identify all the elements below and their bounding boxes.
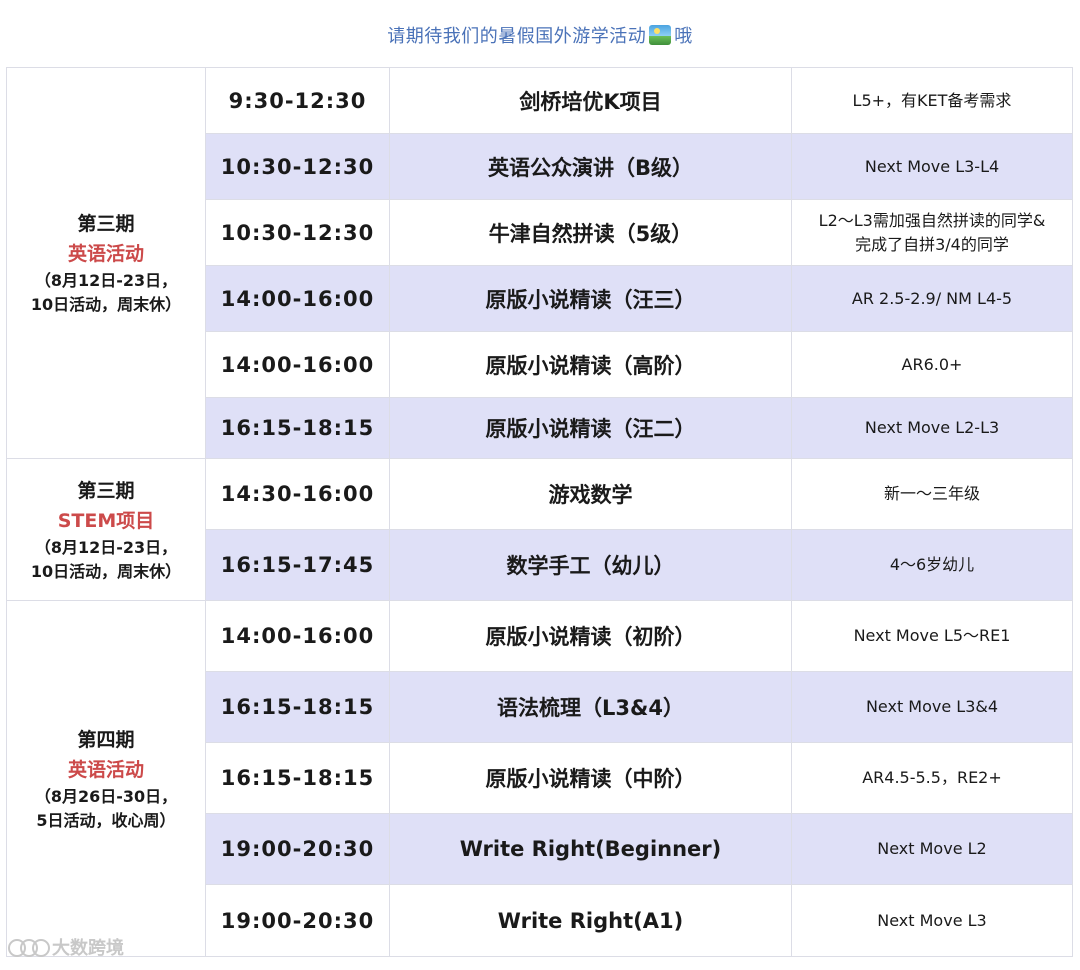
header: 请期待我们的暑假国外游学活动 哦 (0, 22, 1080, 48)
target-cell: Next Move L3 (791, 884, 1073, 957)
course-cell: 原版小说精读（汪三） (389, 265, 792, 332)
course-cell: 英语公众演讲（B级） (389, 133, 792, 200)
time-cell: 16:15-18:15 (205, 397, 390, 459)
period-cell: 第三期 STEM项目 （8月12日-23日， 10日活动，周末休） (6, 458, 206, 601)
target-cell: Next Move L3&4 (791, 671, 1073, 743)
period-cell: 第四期 英语活动 （8月26日-30日， 5日活动，收心周） (6, 600, 206, 957)
period-label: 第三期 (77, 213, 135, 235)
course-cell: 牛津自然拼读（5级） (389, 199, 792, 266)
time-cell: 16:15-17:45 (205, 529, 390, 601)
course-cell: 游戏数学 (389, 458, 792, 530)
course-cell: Write Right(A1) (389, 884, 792, 957)
dates-label: （8月12日-23日， 10日活动，周末休） (30, 537, 182, 581)
period-cell: 第三期 英语活动 （8月12日-23日， 10日活动，周末休） (6, 67, 206, 459)
course-cell: 数学手工（幼儿） (389, 529, 792, 601)
target-cell: Next Move L5～RE1 (791, 600, 1073, 672)
target-cell: AR4.5-5.5，RE2+ (791, 742, 1073, 814)
time-cell: 19:00-20:30 (205, 813, 390, 885)
time-cell: 16:15-18:15 (205, 742, 390, 814)
schedule-table: 第三期 英语活动 （8月12日-23日， 10日活动，周末休） 9:30-12:… (6, 67, 1073, 957)
course-cell: 原版小说精读（高阶） (389, 331, 792, 398)
target-cell: Next Move L3-L4 (791, 133, 1073, 200)
time-cell: 9:30-12:30 (205, 67, 390, 134)
category-label: 英语活动 (67, 243, 144, 265)
header-title-line: 请期待我们的暑假国外游学活动 哦 (387, 22, 693, 48)
dates-label: （8月26日-30日， 5日活动，收心周） (34, 786, 178, 830)
course-cell: 原版小说精读（初阶） (389, 600, 792, 672)
course-cell: 原版小说精读（中阶） (389, 742, 792, 814)
table-row: 第四期 英语活动 （8月26日-30日， 5日活动，收心周） 14:00-16:… (6, 600, 1073, 957)
category-label: STEM项目 (57, 509, 155, 532)
course-cell: Write Right(Beginner) (389, 813, 792, 885)
time-cell: 14:00-16:00 (205, 331, 390, 398)
time-cell: 14:30-16:00 (205, 458, 390, 530)
target-cell: AR6.0+ (791, 331, 1073, 398)
target-cell: 4～6岁幼儿 (791, 529, 1073, 601)
course-cell: 语法梳理（L3&4） (389, 671, 792, 743)
scenery-icon (649, 25, 672, 45)
header-title: 请期待我们的暑假国外游学活动 (387, 26, 647, 47)
time-cell: 14:00-16:00 (205, 600, 390, 672)
watermark: 大数跨境 (8, 934, 124, 960)
time-cell: 14:00-16:00 (205, 265, 390, 332)
time-cell: 16:15-18:15 (205, 671, 390, 743)
time-cell: 19:00-20:30 (205, 884, 390, 957)
target-cell: Next Move L2 (791, 813, 1073, 885)
category-label: 英语活动 (67, 758, 144, 781)
course-cell: 剑桥培优K项目 (389, 67, 792, 134)
target-cell: L5+，有KET备考需求 (791, 67, 1073, 134)
period-label: 第四期 (77, 728, 135, 751)
period-label: 第三期 (77, 479, 135, 502)
target-cell: L2～L3需加强自然拼读的同学& 完成了自拼3/4的同学 (791, 199, 1073, 266)
table-row: 第三期 英语活动 （8月12日-23日， 10日活动，周末休） 9:30-12:… (6, 67, 1073, 459)
time-cell: 10:30-12:30 (205, 133, 390, 200)
watermark-logo-icon (8, 935, 50, 959)
time-cell: 10:30-12:30 (205, 199, 390, 266)
target-cell: 新一～三年级 (791, 458, 1073, 530)
dates-label: （8月12日-23日， 10日活动，周末休） (30, 271, 182, 314)
course-cell: 原版小说精读（汪二） (389, 397, 792, 459)
header-suffix: 哦 (674, 26, 693, 47)
target-cell: Next Move L2-L3 (791, 397, 1073, 459)
watermark-text: 大数跨境 (52, 938, 124, 959)
target-cell: AR 2.5-2.9/ NM L4-5 (791, 265, 1073, 332)
table-row: 第三期 STEM项目 （8月12日-23日， 10日活动，周末休） 14:30-… (6, 458, 1073, 601)
